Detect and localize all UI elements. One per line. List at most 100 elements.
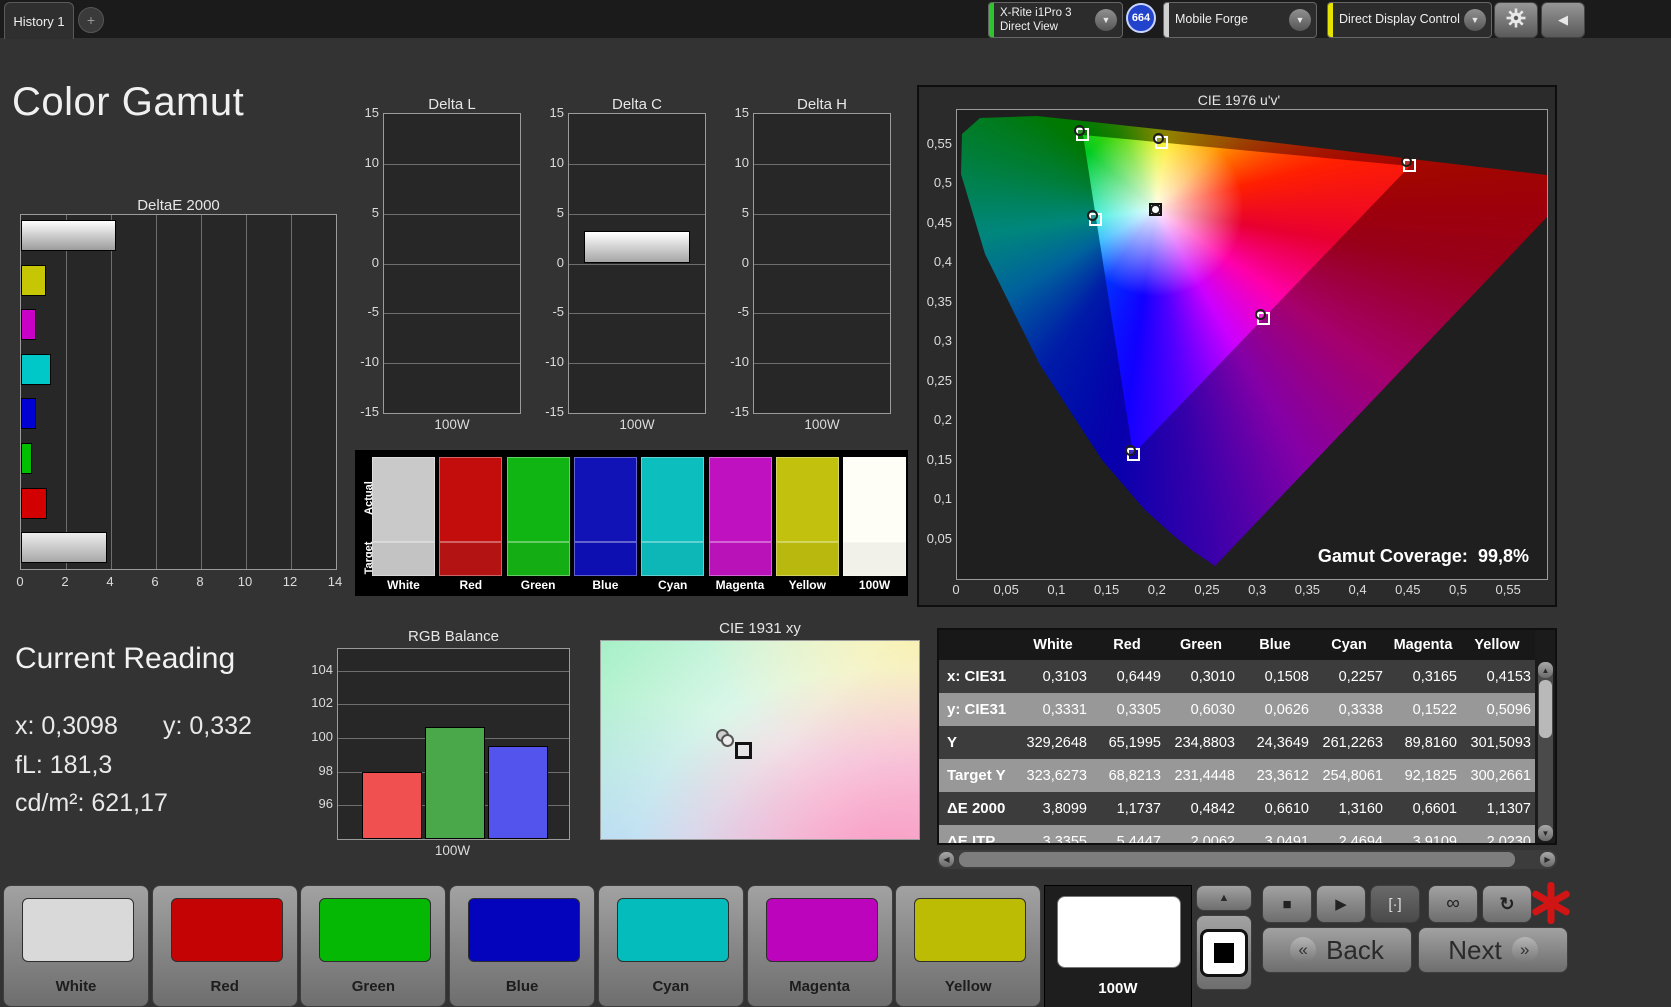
add-tab-button[interactable]: + (78, 7, 104, 33)
pattern-button-magenta[interactable]: Magenta (746, 885, 893, 1007)
gear-icon (1506, 8, 1526, 33)
refresh-button[interactable]: ↻ (1482, 885, 1532, 923)
actual-swatch (775, 457, 839, 542)
actual-swatch (573, 457, 637, 542)
deltae-bar-red (21, 487, 48, 519)
pattern-size-up-button[interactable]: ▲ (1196, 885, 1252, 911)
table-cell: 254,8061 (1322, 767, 1383, 784)
table-cell: 3,3355 (1042, 833, 1087, 845)
pattern-button-yellow[interactable]: Yellow (895, 885, 1042, 1007)
scrollbar-thumb[interactable] (1539, 680, 1552, 738)
table-cell: 2,0062 (1190, 833, 1235, 845)
x-tick-label: 6 (151, 574, 159, 589)
pattern-button-label: 100W (1098, 980, 1138, 997)
pattern-button-cyan[interactable]: Cyan (597, 885, 744, 1007)
pattern-button-label: Red (210, 978, 239, 995)
gridline (569, 163, 705, 165)
table-cell: 0,3338 (1338, 701, 1383, 718)
pattern-button-100w[interactable]: 100W (1043, 885, 1192, 1007)
history-tab[interactable]: History 1 (4, 2, 74, 39)
calman-app: History 1 + X-Rite i1Pro 3 Direct View ▼… (0, 0, 1671, 1007)
deltae-bar-yellow (21, 264, 47, 296)
column-header (939, 630, 1019, 660)
column-header: Green (1180, 637, 1222, 653)
pattern-button-white[interactable]: White (3, 885, 149, 1007)
pattern-window-button[interactable] (1196, 915, 1252, 990)
table-cell: 0,3010 (1190, 668, 1235, 685)
scroll-down-button[interactable]: ▼ (1538, 825, 1553, 841)
table-cell: 0,6030 (1190, 701, 1235, 718)
y-tick-label: 0,15 (926, 451, 952, 467)
table-cell: 0,3331 (1042, 701, 1087, 718)
scroll-up-button[interactable]: ▲ (1538, 662, 1553, 678)
y-tick-label: 0,5 (933, 175, 952, 190)
play-button[interactable]: ▶ (1316, 885, 1366, 923)
back-label: Back (1326, 934, 1384, 965)
gridline (338, 670, 569, 672)
window-pattern-icon (1200, 928, 1248, 977)
cie31-actual-marker-2 (720, 733, 734, 747)
rgb-bar-red (362, 771, 422, 839)
y-tick-label: 10 (549, 154, 564, 170)
back-arrows-icon: « (1290, 937, 1317, 963)
source-dropdown[interactable]: Mobile Forge ▼ (1163, 2, 1317, 38)
y-tick-label: 104 (311, 661, 333, 677)
scroll-left-button[interactable]: ◀ (939, 852, 954, 867)
collapse-panel-button[interactable]: ◀ (1541, 2, 1585, 38)
meter-dropdown[interactable]: X-Rite i1Pro 3 Direct View ▼ (988, 2, 1123, 38)
x-tick-label: 12 (282, 574, 298, 589)
settings-button[interactable] (1494, 2, 1538, 38)
scrollbar-thumb[interactable] (959, 852, 1515, 867)
scroll-right-button[interactable]: ▶ (1540, 852, 1555, 867)
table-cell: 92,1825 (1404, 767, 1457, 784)
pattern-button-red[interactable]: Red (151, 885, 298, 1007)
swatch-label: Red (459, 578, 483, 592)
back-button[interactable]: « Back (1262, 927, 1412, 973)
reading-count-badge[interactable]: 664 (1126, 3, 1156, 33)
pattern-swatch (319, 898, 432, 962)
y-tick-label: 0,55 (926, 135, 952, 151)
swatch-label: 100W (858, 578, 891, 592)
current-reading-title: Current Reading (15, 642, 236, 675)
pattern-button-green[interactable]: Green (300, 885, 447, 1007)
cie-actual-marker-blue (1124, 444, 1136, 456)
table-row: Y 329,2648 65,1995 234,8803 24,3649 261,2263 8… (939, 726, 1535, 759)
gridline (569, 363, 705, 365)
table-cell: 5,4447 (1116, 833, 1161, 845)
table-horizontal-scrollbar[interactable]: ◀ ▶ (937, 850, 1557, 869)
next-button[interactable]: Next » (1418, 927, 1568, 973)
swatch-label: Cyan (658, 578, 688, 592)
table-cell: 0,6601 (1412, 800, 1457, 817)
y-tick-label: 10 (364, 154, 379, 170)
continuous-measure-button[interactable]: ∞ (1428, 885, 1478, 923)
actual-swatch (708, 457, 772, 542)
x-tick-label: 0 (952, 582, 960, 597)
y-tick-label: 98 (318, 762, 333, 778)
table-cell: 3,9109 (1412, 833, 1457, 845)
y-tick-label: 0 (371, 254, 379, 270)
table-cell: 68,8213 (1108, 767, 1161, 784)
table-vertical-scrollbar[interactable] (1538, 662, 1553, 841)
gridline (754, 313, 890, 315)
target-swatch (843, 542, 907, 576)
delta_c-bar (584, 230, 690, 264)
table-cell: 234,8803 (1174, 734, 1235, 751)
row-label: Target Y (947, 767, 1006, 784)
x-tick-label: 100W (434, 843, 471, 858)
y-tick-label: 5 (556, 204, 564, 220)
pattern-window-mode-button[interactable]: [·] (1370, 885, 1420, 923)
stop-button[interactable]: ■ (1262, 885, 1312, 923)
pattern-swatch (468, 898, 581, 962)
cie1931-diagram (600, 640, 920, 840)
workflow-dropdown[interactable]: Direct Display Control ▼ (1327, 2, 1492, 38)
gridline (569, 313, 705, 315)
pattern-button-blue[interactable]: Blue (449, 885, 596, 1007)
table-cell: 1,1737 (1116, 800, 1161, 817)
pattern-button-label: Cyan (652, 978, 690, 995)
arrow-up-icon: ▲ (1218, 892, 1230, 904)
table-cell: 261,2263 (1322, 734, 1383, 751)
y-tick-label: 102 (311, 695, 333, 711)
y-tick-label: 0,3 (933, 333, 952, 348)
x-tick-label: 0,25 (1194, 582, 1220, 597)
table-cell: 0,5096 (1486, 701, 1531, 718)
